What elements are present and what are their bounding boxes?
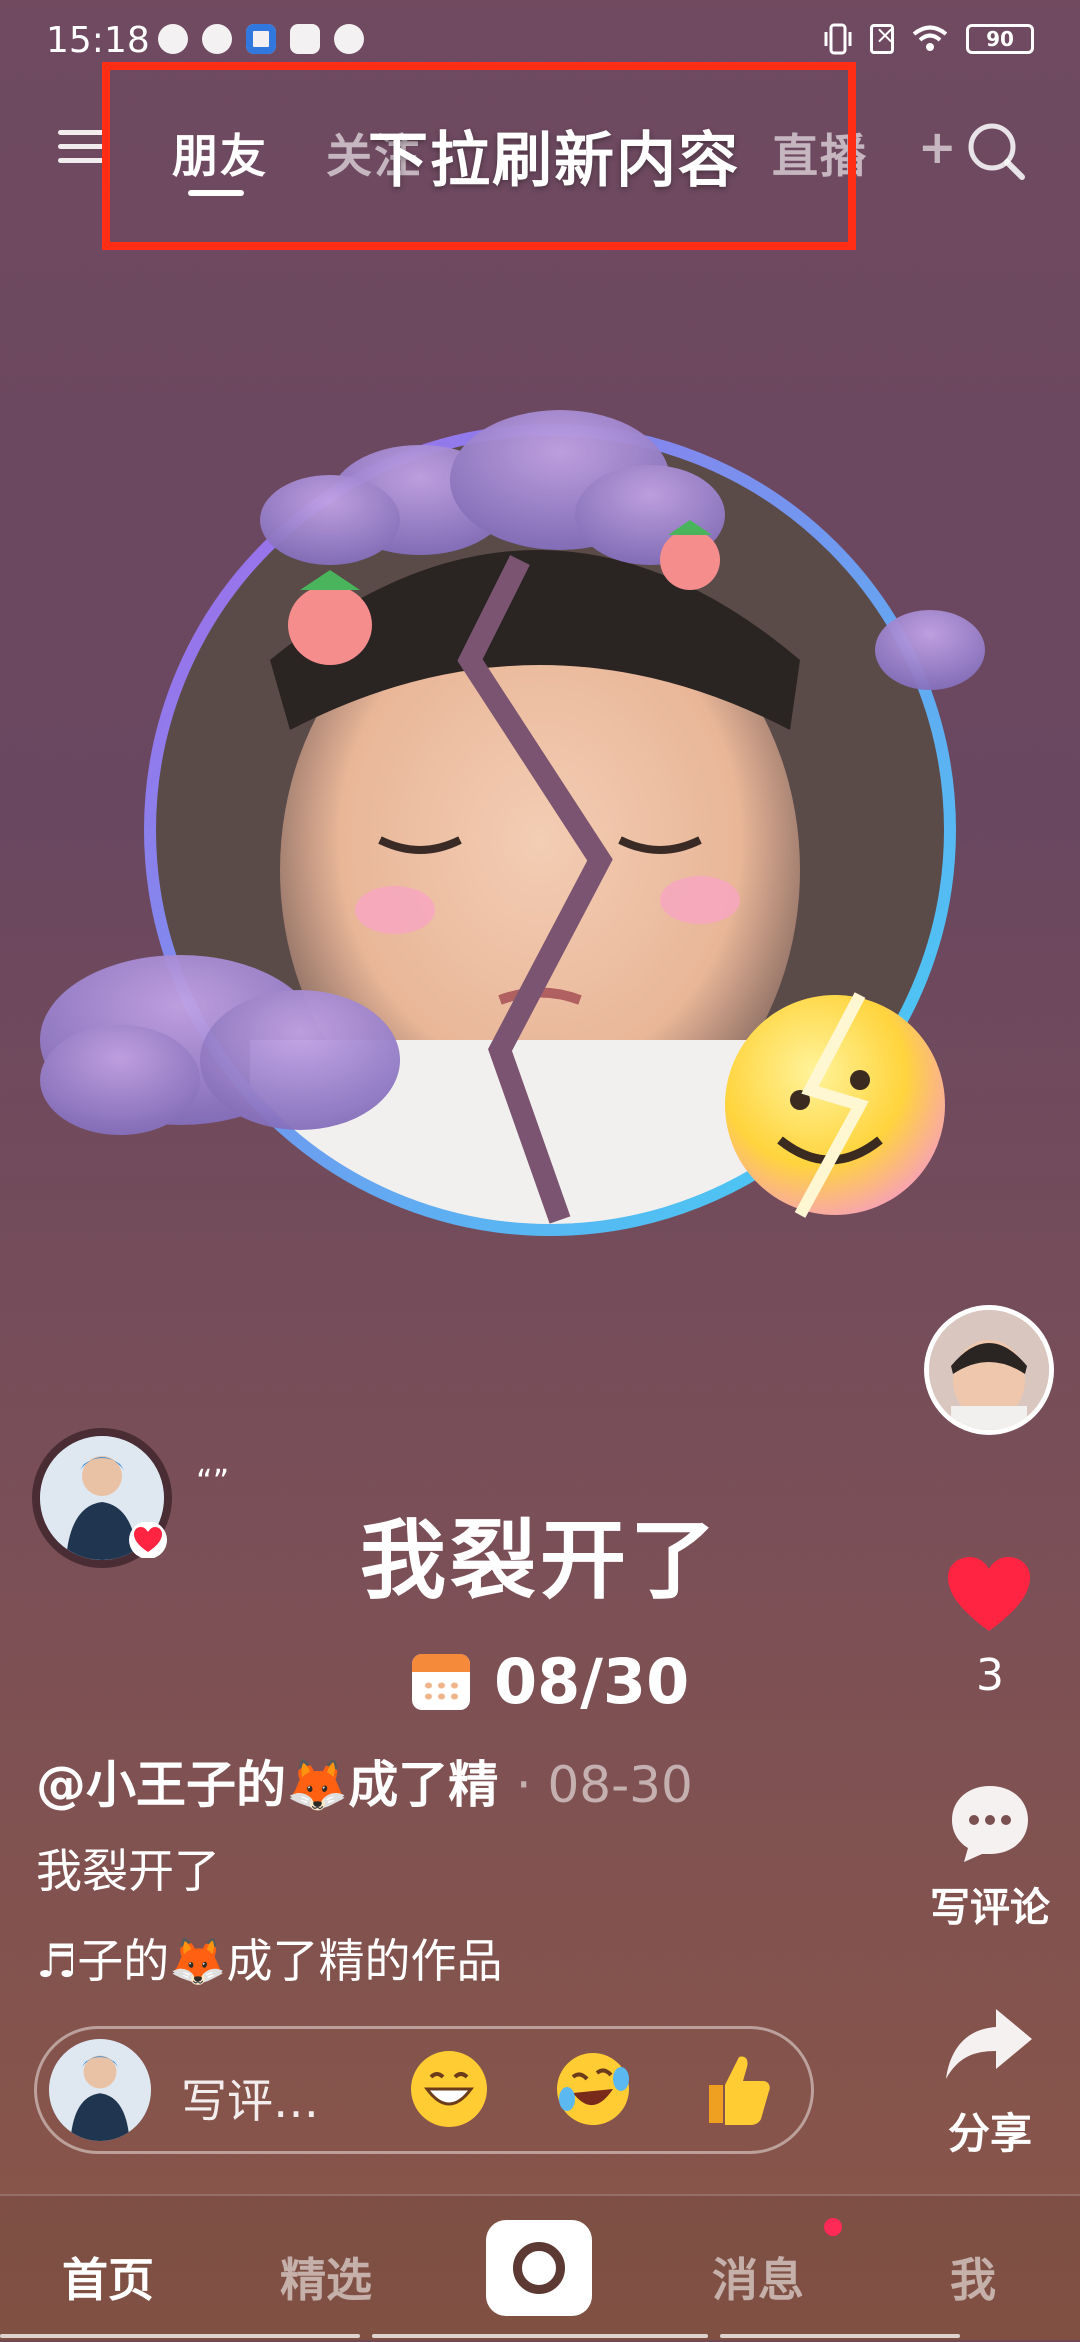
search-icon[interactable] [965,120,1027,182]
status-time: 15:18 [46,20,150,61]
nav-home[interactable]: 首页 [62,2244,154,2310]
wifi-icon [912,25,948,51]
system-icons: 90 [824,21,1034,56]
avatar-frame-image [40,410,985,1236]
gesture-bar [0,2334,1080,2340]
pull-to-refresh-hint: 下拉刷新内容 [368,126,740,196]
comment-label: 写评论 [930,1885,1050,1931]
laugh-cry-emoji-icon[interactable] [553,2049,633,2129]
music-info[interactable]: ♬子的🦊成了精的作品 [36,1925,503,1991]
bottom-nav: 首页 精选 消息 我 [0,2194,1080,2342]
book-icon [290,24,320,54]
date-row: 08/30 [412,1645,689,1718]
like-count: 3 [976,1650,1004,1701]
post-date: 08/30 [494,1645,690,1718]
my-avatar [49,2039,151,2141]
share-label: 分享 [947,2109,1032,2158]
author-name[interactable]: @小王子的🦊成了精 [36,1756,498,1814]
cat-app-icon [202,24,232,54]
post-description: 我裂开了 [36,1844,220,1898]
notification-icons [158,24,364,54]
creator-avatar-button[interactable] [924,1305,1054,1435]
speedometer-icon [158,24,188,54]
share-arrow-icon[interactable] [944,2005,1034,2085]
comment-icon[interactable] [948,1782,1032,1866]
comment-input-bar[interactable]: 写评… [34,2026,814,2154]
nav-messages[interactable]: 消息 [712,2244,804,2310]
my-avatar-image [49,2039,151,2141]
battery-indicator: 90 [966,24,1034,54]
at-sign-icon [334,24,364,54]
camera-icon [513,2242,565,2294]
app-notification-icon [246,24,276,54]
video-caption-text: 我裂开了 [360,1511,720,1611]
author-line[interactable]: @小王子的🦊成了精 · 08-30 [36,1745,693,1817]
camera-button[interactable] [486,2220,592,2316]
creator-avatar-image [929,1310,1049,1430]
no-sim-icon [870,21,895,54]
posted-time: 08-30 [547,1756,693,1814]
nav-featured[interactable]: 精选 [280,2244,372,2310]
grin-emoji-icon[interactable] [409,2049,489,2129]
nav-me[interactable]: 我 [950,2244,996,2310]
menu-icon[interactable] [58,130,104,168]
vibrate-icon [824,23,852,55]
separator-dot: · [515,1756,532,1814]
calendar-icon [412,1653,470,1710]
comment-placeholder[interactable]: 写评… [181,2065,319,2131]
unread-dot [824,2218,842,2236]
thumbs-up-emoji-icon[interactable] [697,2049,777,2129]
tab-more[interactable]: + [918,120,959,174]
